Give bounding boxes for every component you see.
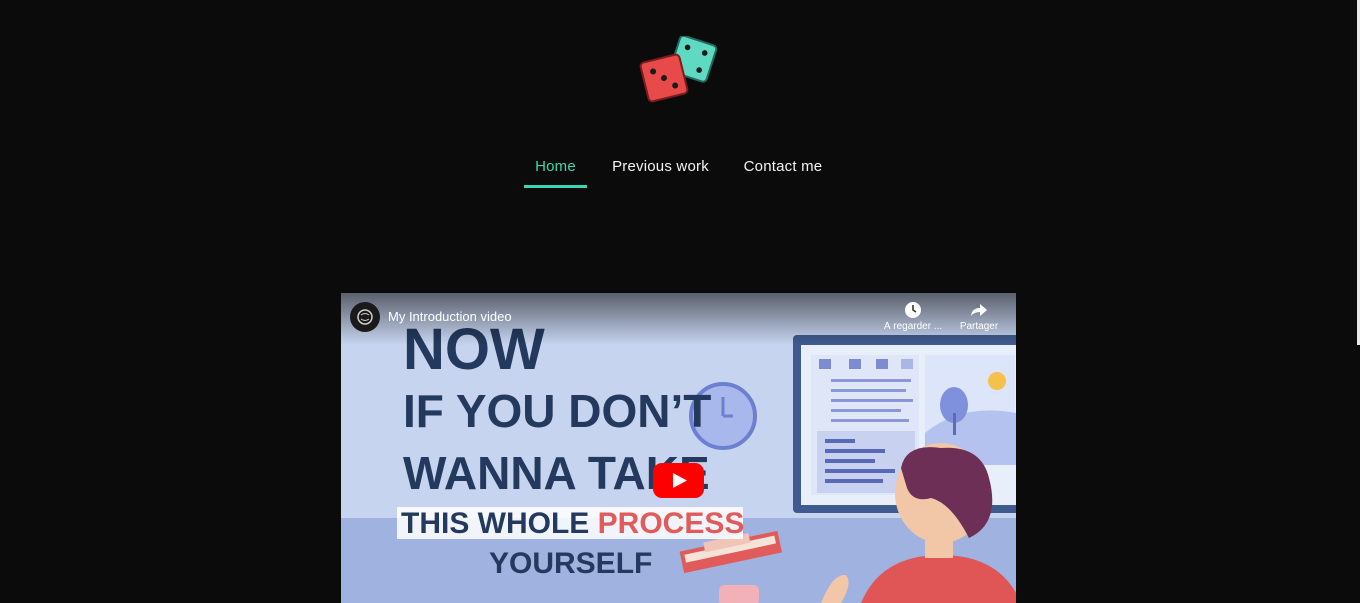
thumb-text-line4b: PROCESS (598, 507, 745, 540)
share-button[interactable]: Partager (944, 301, 1014, 332)
dice-logo-icon[interactable] (636, 34, 720, 106)
share-label: Partager (959, 321, 999, 332)
brain-icon (357, 309, 373, 325)
nav-contact-me[interactable]: Contact me (734, 150, 832, 184)
thumb-text-line4: THIS WHOLE PROCESS (401, 507, 744, 540)
video-player[interactable]: NOW IF YOU DON’T WANNA TAKE THIS WHOLE P… (341, 293, 1016, 603)
channel-avatar[interactable] (350, 302, 380, 332)
watch-later-button[interactable]: À regarder ... (878, 301, 948, 332)
clock-icon (905, 302, 921, 318)
thumb-text-line2: IF YOU DON’T (403, 385, 711, 437)
youtube-play-icon (653, 463, 704, 498)
nav-home[interactable]: Home (524, 150, 587, 184)
youtube-play-button[interactable] (653, 463, 704, 498)
watch-later-label: À regarder ... (883, 321, 943, 332)
active-nav-indicator (524, 185, 587, 188)
thumb-text-line4a: THIS WHOLE (401, 507, 598, 540)
main-nav: Home Previous work Contact me (0, 150, 1360, 190)
video-title[interactable]: My Introduction video (388, 309, 512, 324)
nav-previous-work[interactable]: Previous work (603, 150, 718, 184)
thumb-text-line5: YOURSELF (489, 547, 652, 580)
share-icon (971, 304, 987, 316)
